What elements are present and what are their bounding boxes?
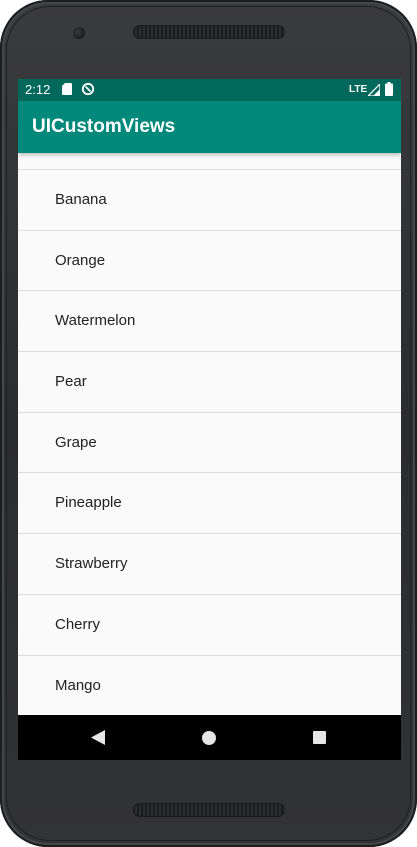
list-item-label: Banana [55, 191, 107, 208]
status-time: 2:12 [25, 82, 51, 97]
sync-icon [81, 82, 95, 96]
app-bar: UICustomViews [18, 101, 401, 153]
fruit-list[interactable]: Banana Orange Watermelon Pear Grape Pine… [18, 153, 401, 715]
list-item[interactable]: Pineapple [18, 473, 401, 535]
list-item[interactable]: Grape [18, 413, 401, 474]
front-camera [73, 27, 85, 39]
status-bar: 2:12 LTE [18, 79, 401, 101]
list-items: Banana Orange Watermelon Pear Grape Pine… [18, 170, 401, 715]
top-speaker-grille [133, 25, 285, 39]
list-item-label: Orange [55, 251, 106, 269]
device-screen: 2:12 LTE UICustomViews Banana Orange Wat… [18, 79, 401, 760]
list-item[interactable]: Watermelon [18, 291, 401, 353]
list-item-label: Mango [55, 676, 101, 694]
list-item[interactable]: Mango [18, 656, 401, 716]
list-item-label: Cherry [55, 615, 101, 633]
sd-card-icon [62, 83, 72, 95]
list-item-label: Watermelon [55, 312, 136, 330]
list-item[interactable]: Cherry [18, 595, 401, 656]
phone-frame: 2:12 LTE UICustomViews Banana Orange Wat… [0, 0, 417, 847]
home-icon[interactable] [202, 731, 216, 745]
page-title: UICustomViews [32, 116, 176, 137]
list-item-label: Pineapple [55, 494, 122, 512]
network-type: LTE [349, 84, 368, 95]
list-item-label: Strawberry [55, 555, 128, 573]
battery-icon [385, 82, 393, 96]
list-item-label: Grape [55, 433, 97, 451]
back-icon[interactable] [91, 730, 105, 745]
recents-icon[interactable] [313, 731, 326, 744]
list-item[interactable]: Banana [18, 170, 401, 231]
list-item-label: Pear [55, 373, 87, 391]
bottom-speaker-grille [133, 803, 285, 817]
signal-icon [368, 84, 380, 96]
list-item[interactable]: Pear [18, 352, 401, 413]
list-item[interactable]: Orange [18, 231, 401, 292]
navigation-bar [18, 715, 401, 760]
list-item[interactable]: Strawberry [18, 534, 401, 595]
